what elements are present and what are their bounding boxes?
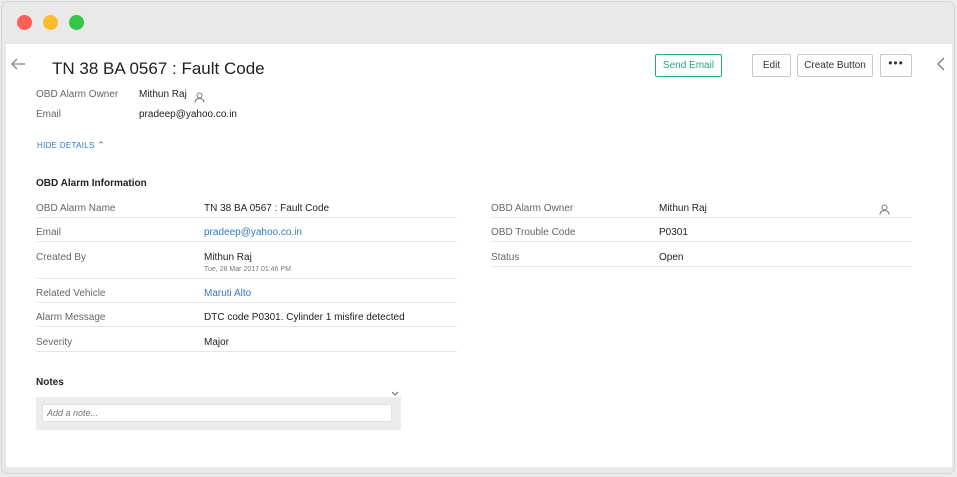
notes-title: Notes — [36, 377, 64, 388]
back-arrow-icon[interactable] — [10, 56, 28, 74]
field-label: Related Vehicle — [36, 288, 106, 299]
send-email-button[interactable]: Send Email — [655, 54, 722, 77]
page-title: TN 38 BA 0567 : Fault Code — [52, 59, 265, 78]
close-window-button[interactable] — [17, 15, 32, 30]
field-label: Severity — [36, 337, 73, 348]
hide-details-link[interactable]: HIDE DETAILS ⌃ — [37, 140, 105, 151]
divider — [36, 326, 457, 327]
divider — [36, 241, 457, 242]
email-link[interactable]: pradeep@yahoo.co.in — [204, 227, 302, 238]
divider — [36, 278, 457, 279]
field-value: DTC code P0301. Cylinder 1 misfire detec… — [204, 312, 405, 323]
summary-owner-label: OBD Alarm Owner — [36, 89, 119, 100]
section-title: OBD Alarm Information — [36, 178, 147, 189]
person-icon[interactable] — [879, 202, 890, 215]
divider — [491, 266, 911, 267]
field-value: P0301 — [659, 227, 688, 238]
maximize-window-button[interactable] — [69, 15, 84, 30]
minimize-window-button[interactable] — [43, 15, 58, 30]
window-titlebar — [2, 2, 954, 44]
field-label: OBD Trouble Code — [491, 227, 576, 238]
divider — [36, 351, 457, 352]
edit-button[interactable]: Edit — [752, 54, 791, 77]
field-label: OBD Alarm Name — [36, 203, 116, 214]
hide-details-label: HIDE DETAILS — [37, 141, 95, 150]
field-value: Mithun Raj — [204, 252, 252, 263]
field-label: Alarm Message — [36, 312, 106, 323]
notes-panel — [36, 397, 401, 430]
field-value: Mithun Raj — [659, 203, 707, 214]
field-label: Status — [491, 252, 520, 263]
summary-email-label: Email — [36, 109, 62, 120]
chevron-up-icon: ⌃ — [97, 140, 106, 150]
app-window: TN 38 BA 0567 : Fault Code Send Email Ed… — [1, 1, 955, 474]
created-timestamp: Tue, 28 Mar 2017 01:46 PM — [204, 266, 291, 273]
divider — [36, 302, 457, 303]
related-vehicle-link[interactable]: Maruti Alto — [204, 288, 251, 299]
more-options-button[interactable]: ••• — [880, 54, 912, 77]
person-icon[interactable] — [194, 90, 205, 103]
field-value: Open — [659, 252, 684, 263]
field-label: Email — [36, 227, 62, 238]
field-label: Created By — [36, 252, 87, 263]
summary-email-value: pradeep@yahoo.co.in — [139, 109, 237, 120]
divider — [491, 217, 911, 218]
create-button-button[interactable]: Create Button — [797, 54, 873, 77]
field-value: TN 38 BA 0567 : Fault Code — [204, 203, 330, 214]
record-detail-page: TN 38 BA 0567 : Fault Code Send Email Ed… — [6, 44, 952, 467]
chevron-left-icon[interactable] — [936, 57, 946, 76]
add-note-input[interactable] — [42, 404, 392, 422]
field-label: OBD Alarm Owner — [491, 203, 574, 214]
divider — [491, 241, 911, 242]
summary-owner-value: Mithun Raj — [139, 89, 187, 100]
field-value: Major — [204, 337, 230, 348]
divider — [36, 217, 457, 218]
